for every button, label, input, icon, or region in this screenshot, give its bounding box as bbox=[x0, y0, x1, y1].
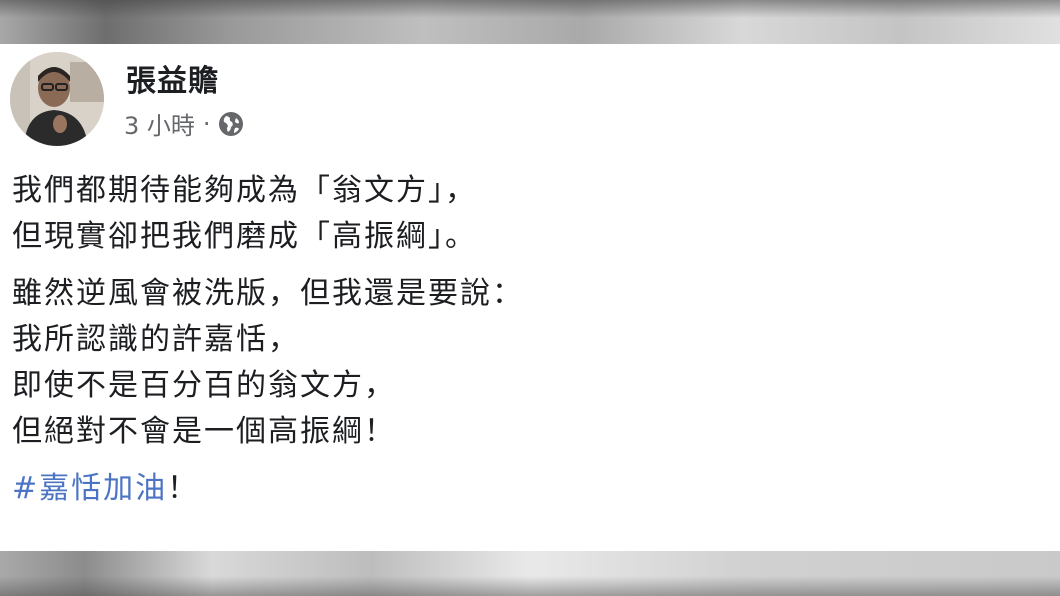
hashtag-line: #嘉恬加油 ！ bbox=[12, 466, 1012, 512]
text-line: 我們都期待能夠成為「翁文方」， bbox=[12, 173, 477, 208]
post-meta: 3 小時 · bbox=[124, 106, 245, 141]
text-line: 即使不是百分百的翁文方， bbox=[12, 368, 396, 403]
background-blur-top bbox=[0, 0, 1060, 44]
author-name[interactable]: 張益贍 bbox=[126, 56, 219, 100]
post-body: 我們都期待能夠成為「翁文方」， 但現實卻把我們磨成「高振綱」。 雖然逆風會被洗版… bbox=[12, 168, 1012, 512]
text-line: 但絕對不會是一個高振綱！ bbox=[12, 414, 396, 449]
avatar[interactable] bbox=[10, 52, 104, 146]
globe-icon[interactable] bbox=[217, 110, 245, 138]
text-line: 雖然逆風會被洗版，但我還是要說： bbox=[12, 276, 524, 311]
facebook-post: 張益贍 3 小時 · 我們都期待能夠成為「翁文方」， 但現實卻把我們磨成「高振綱… bbox=[0, 44, 1060, 551]
hashtag-suffix: ！ bbox=[167, 471, 200, 506]
screenshot-frame: 張益贍 3 小時 · 我們都期待能夠成為「翁文方」， 但現實卻把我們磨成「高振綱… bbox=[0, 0, 1060, 596]
text-line: 但現實卻把我們磨成「高振綱」。 bbox=[12, 219, 477, 254]
text-line: 我所認識的許嘉恬， bbox=[12, 322, 300, 357]
hashtag-link[interactable]: #嘉恬加油 bbox=[12, 466, 167, 512]
post-timestamp[interactable]: 3 小時 bbox=[124, 106, 195, 141]
paragraph-1: 我們都期待能夠成為「翁文方」， 但現實卻把我們磨成「高振綱」。 bbox=[12, 168, 1012, 260]
meta-separator: · bbox=[202, 109, 211, 138]
background-blur-bottom bbox=[0, 551, 1060, 596]
paragraph-2: 雖然逆風會被洗版，但我還是要說： 我所認識的許嘉恬， 即使不是百分百的翁文方， … bbox=[12, 271, 1012, 455]
